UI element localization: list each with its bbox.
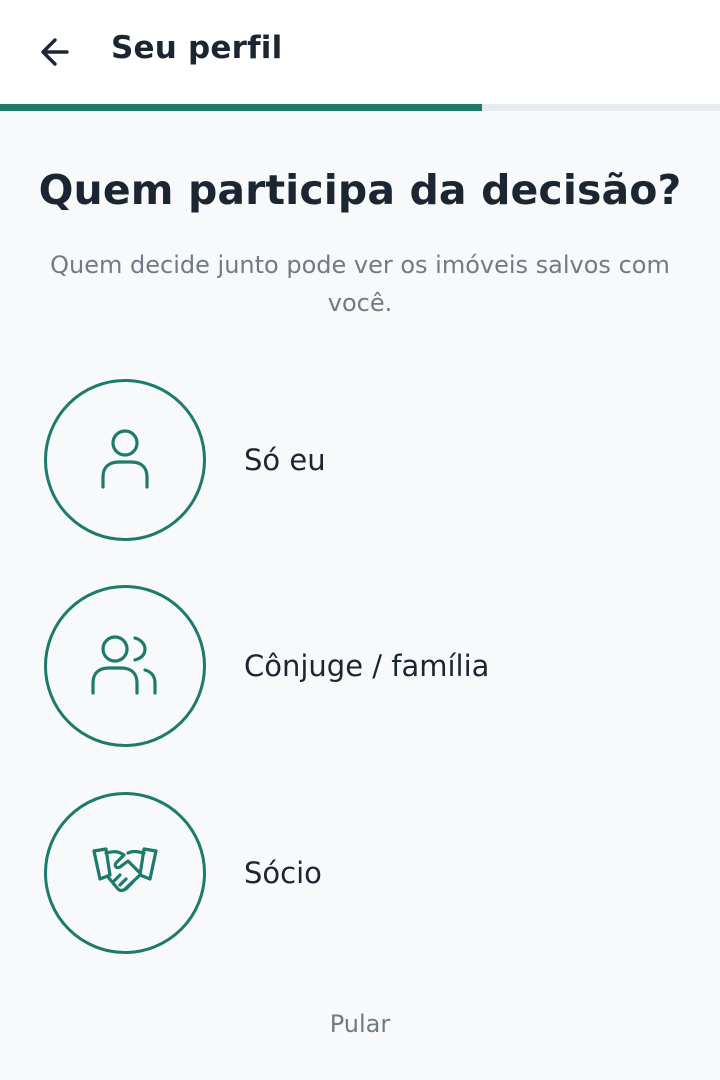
question-subtitle: Quem decide junto pode ver os imóveis sa… — [50, 251, 670, 317]
option-socio[interactable]: Sócio — [44, 791, 644, 955]
skip-button[interactable]: Pular — [0, 1010, 720, 1038]
back-button[interactable] — [30, 27, 80, 77]
progress-bar-fill — [0, 104, 483, 111]
option-icon-circle — [44, 379, 206, 541]
option-conjuge-familia[interactable]: Cônjuge / família — [44, 584, 644, 748]
option-icon-circle — [44, 792, 206, 954]
arrow-left-icon — [41, 38, 69, 66]
option-icon-circle — [44, 585, 206, 747]
handshake-icon — [92, 847, 158, 893]
option-label: Sócio — [244, 856, 322, 890]
page-title: Seu perfil — [111, 30, 283, 66]
top-app-bar: Seu perfil — [0, 0, 720, 104]
option-label: Cônjuge / família — [244, 649, 490, 683]
option-label: Só eu — [244, 443, 326, 477]
person-icon — [101, 429, 149, 489]
progress-bar — [0, 104, 720, 111]
people-icon — [91, 635, 157, 695]
option-so-eu[interactable]: Só eu — [44, 378, 644, 542]
question-heading: Quem participa da decisão? — [38, 166, 682, 214]
